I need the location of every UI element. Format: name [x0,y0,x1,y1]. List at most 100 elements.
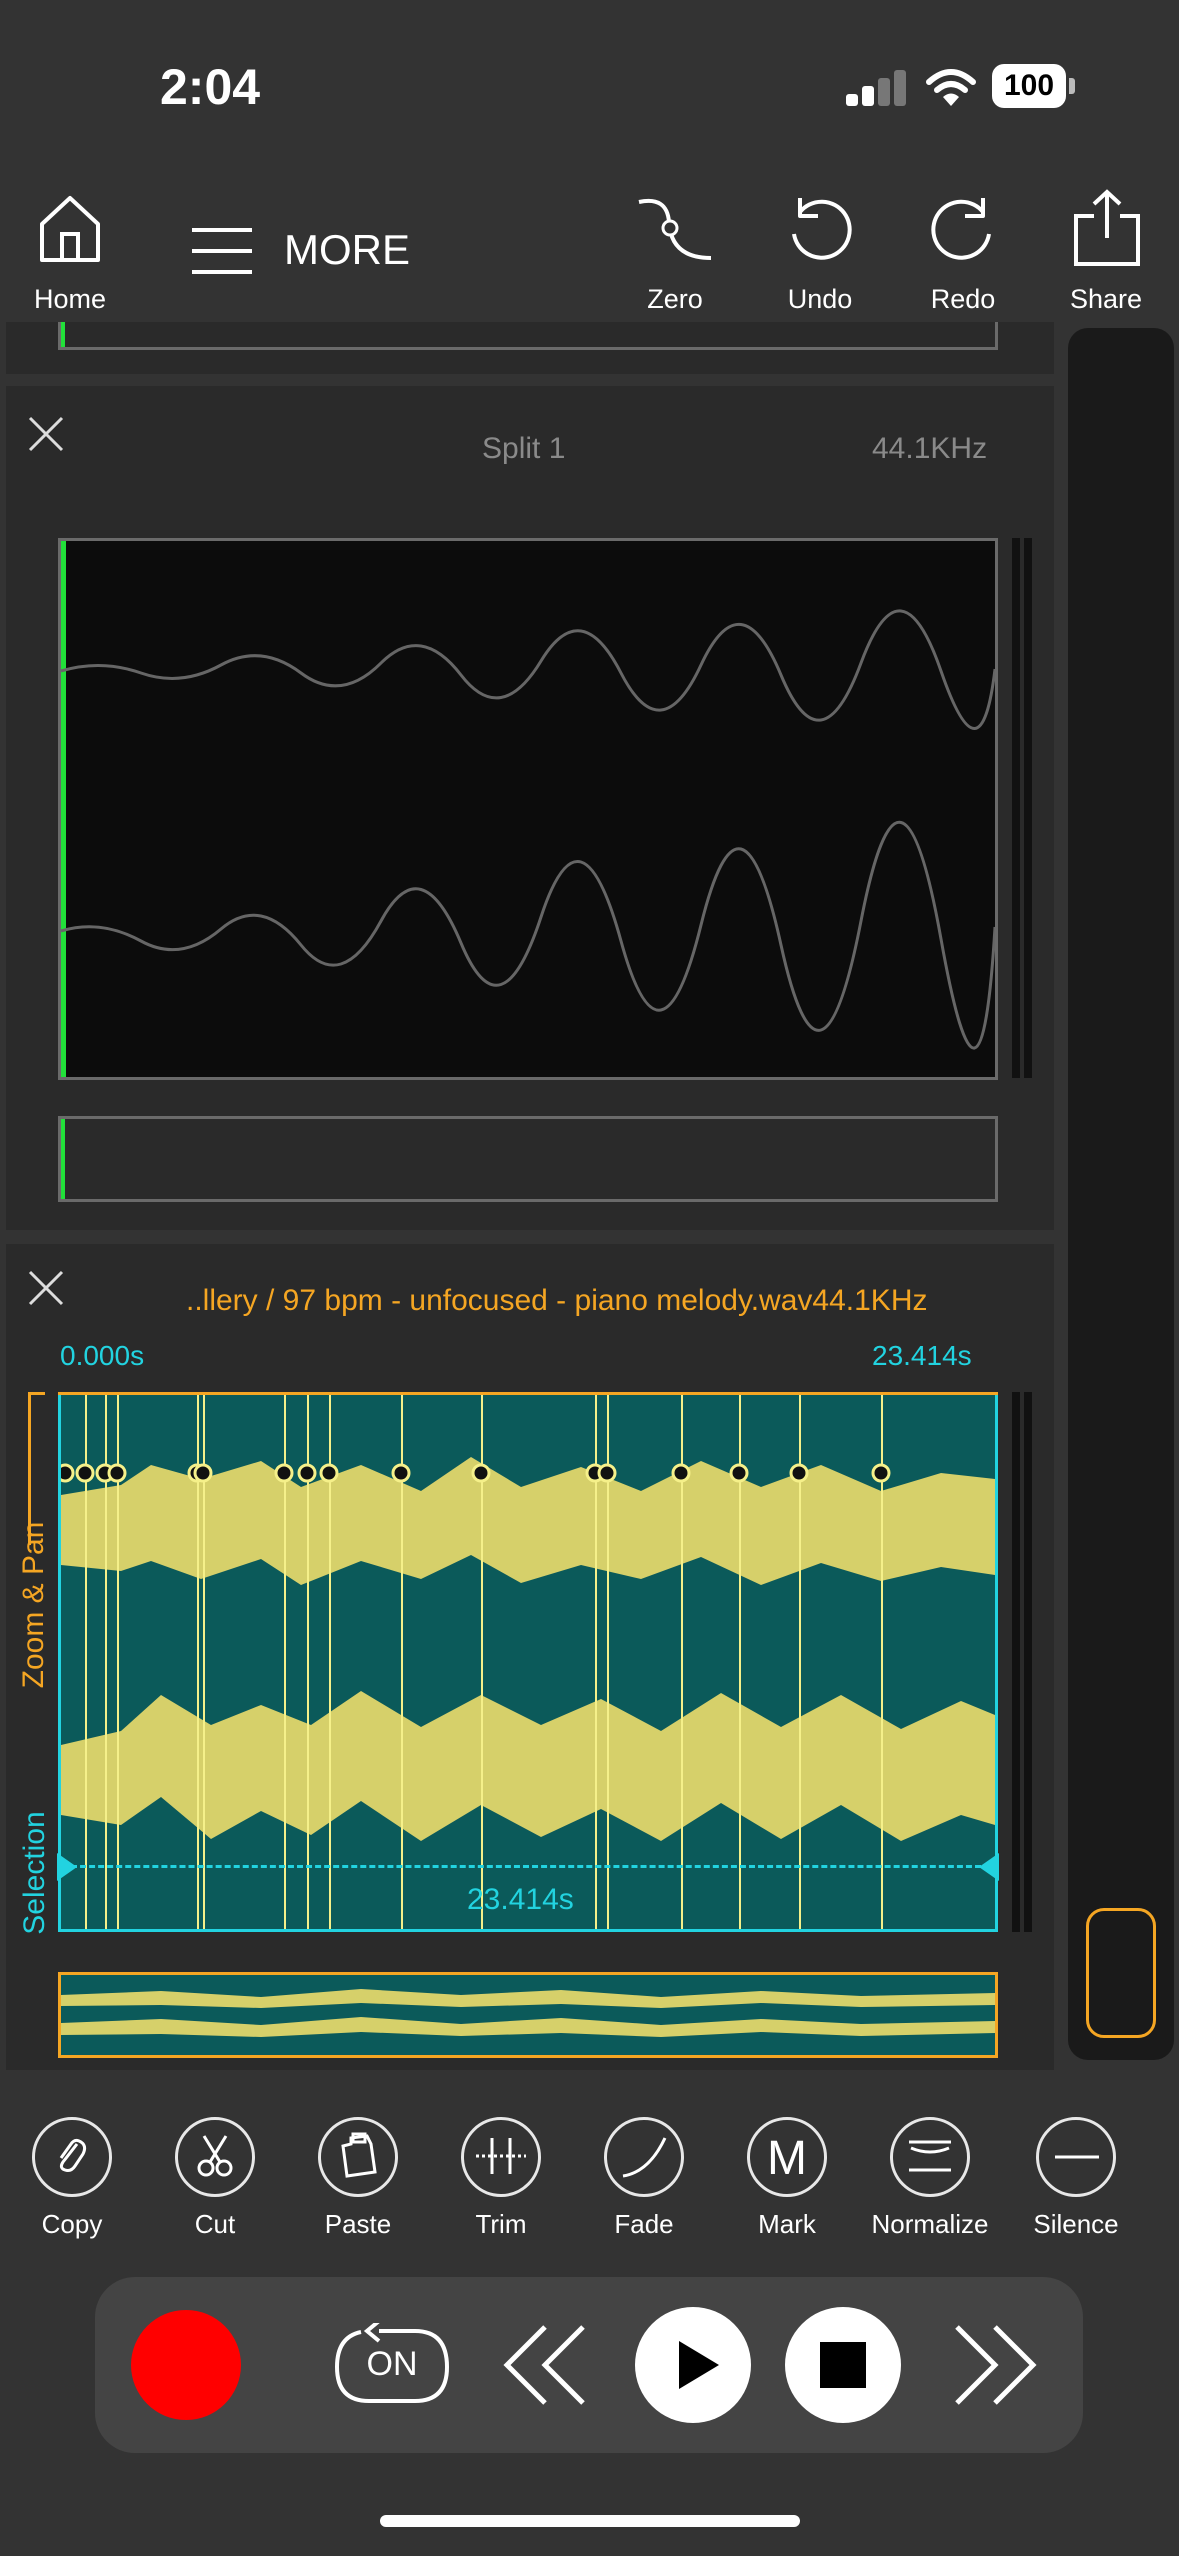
home-button[interactable]: Home [0,180,140,320]
home-label: Home [33,284,107,314]
share-button[interactable]: Share [1036,180,1176,320]
main-waveform[interactable]: 23.414s [57,1392,999,1932]
close-icon[interactable] [26,1268,66,1308]
wifi-icon [926,69,976,106]
marker-handle [789,1463,809,1483]
redo-label: Redo [930,284,996,314]
track-scrollbar[interactable] [1068,328,1174,2060]
silence-label: Silence [1033,2209,1119,2239]
previous-track-overview [58,322,998,350]
status-time: 2:04 [160,59,261,115]
marker-handle [61,1463,75,1483]
marker-handle [671,1463,691,1483]
loop-toggle-button[interactable]: ON [333,2323,451,2405]
scroll-thumb[interactable] [1086,1908,1156,2038]
split-waveform-trace [61,609,995,1050]
svg-text:M: M [767,2132,807,2184]
fade-label: Fade [614,2209,674,2239]
normalize-label: Normalize [871,2209,989,2239]
silence-minus-icon [1036,2117,1116,2197]
battery-icon: 100 [992,64,1076,108]
main-level-meter-left [1012,1392,1020,1932]
play-icon [679,2341,719,2389]
selection-label: Selection [18,1811,51,1935]
play-button[interactable] [635,2307,751,2423]
normalize-icon [890,2117,970,2197]
home-indicator[interactable] [380,2515,800,2527]
marker-handle [391,1463,411,1483]
main-overview[interactable] [58,1972,998,2058]
silence-button[interactable]: Silence [1006,2117,1146,2240]
signal-icon [846,70,908,106]
end-time-label: 23.414s [872,1340,972,1371]
previous-track-panel [6,322,1054,374]
undo-icon [792,198,852,260]
redo-button[interactable]: Redo [893,180,1033,320]
selection-start-handle[interactable] [53,1851,81,1883]
undo-button[interactable]: Undo [750,180,890,320]
marker-handle [871,1463,891,1483]
selection-length-label: 23.414s [467,1883,574,1916]
mark-label: Mark [758,2209,816,2239]
close-icon[interactable] [26,414,66,454]
copy-button[interactable]: Copy [2,2117,142,2240]
trim-button[interactable]: Trim [431,2117,571,2240]
scissors-icon [175,2117,255,2197]
home-icon [40,196,100,262]
main-track-title: ..llery / 97 bpm - unfocused - piano mel… [186,1284,928,1318]
mark-button[interactable]: M Mark [717,2117,857,2240]
share-label: Share [1069,284,1143,314]
split-track-panel: Split 1 44.1KHz [6,386,1054,1230]
split-overview[interactable] [58,1116,998,1202]
mark-m-icon: M [747,2117,827,2197]
normalize-button[interactable]: Normalize [860,2117,1000,2240]
loop-label: ON [366,2345,418,2383]
copy-label: Copy [41,2209,103,2239]
split-sample-rate: 44.1KHz [872,432,988,465]
share-icon [1074,189,1140,266]
battery-level: 100 [1003,69,1055,102]
main-overview-trace [61,1989,995,2037]
rewind-button[interactable] [495,2315,595,2415]
paste-button[interactable]: Paste [288,2117,428,2240]
selection-end-handle[interactable] [975,1851,1003,1883]
marker-handle [297,1463,317,1483]
zero-crossing-icon [638,199,712,260]
marker-handle [729,1463,749,1483]
cut-label: Cut [194,2209,236,2239]
main-level-meter-right [1024,1392,1032,1932]
zero-label: Zero [647,284,703,314]
more-label: MORE [284,226,410,273]
transport-bar: ON [95,2277,1083,2453]
trim-icon [461,2117,541,2197]
zero-button[interactable]: Zero [605,180,745,320]
marker-handles[interactable] [61,1459,995,1489]
main-sample-rate: 44.1KHz [812,1284,928,1317]
marker-handle [319,1463,339,1483]
fade-curve-icon [604,2117,684,2197]
selection-range-line [71,1865,981,1868]
marker-handle [597,1463,617,1483]
main-track-filename: ..llery / 97 bpm - unfocused - piano mel… [186,1284,813,1317]
record-button[interactable] [131,2310,241,2420]
split-track-title: Split 1 [482,432,566,465]
split-level-meter-right [1024,538,1032,1078]
split-level-meter-left [1012,538,1020,1078]
hamburger-icon [192,228,252,274]
marker-handle [193,1463,213,1483]
cut-button[interactable]: Cut [145,2117,285,2240]
fast-forward-button[interactable] [945,2315,1045,2415]
marker-handle [107,1463,127,1483]
split-waveform[interactable] [58,538,998,1080]
undo-label: Undo [787,284,853,314]
zoom-pan-label: Zoom & Pan [17,1521,50,1689]
marker-handle [75,1463,95,1483]
stop-button[interactable] [785,2307,901,2423]
stop-icon [820,2342,866,2388]
fade-button[interactable]: Fade [574,2117,714,2240]
more-menu-button[interactable]: MORE [190,214,430,284]
trim-label: Trim [475,2209,527,2239]
paste-icon [318,2117,398,2197]
start-time-label: 0.000s [60,1340,145,1371]
paste-label: Paste [324,2209,392,2239]
